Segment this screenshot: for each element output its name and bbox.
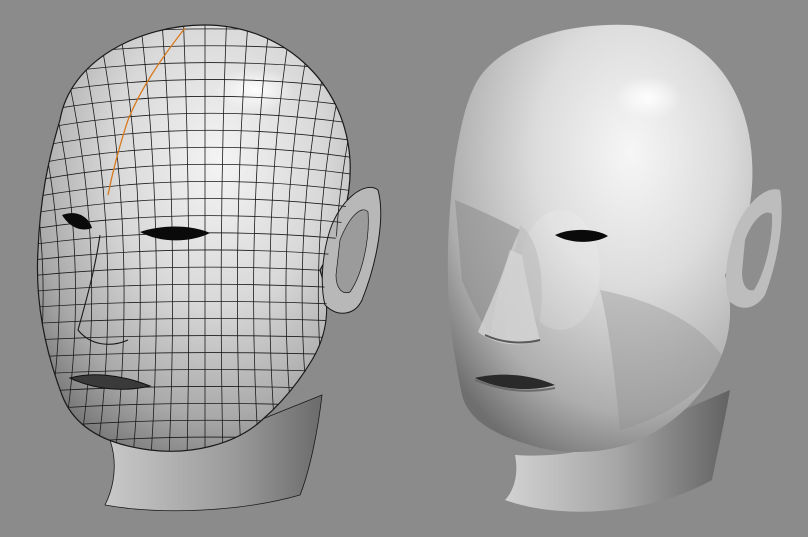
viewport <box>0 0 808 537</box>
render-canvas <box>36 24 782 512</box>
wireframe-head-model <box>36 24 382 512</box>
smooth-head-model <box>447 24 782 512</box>
